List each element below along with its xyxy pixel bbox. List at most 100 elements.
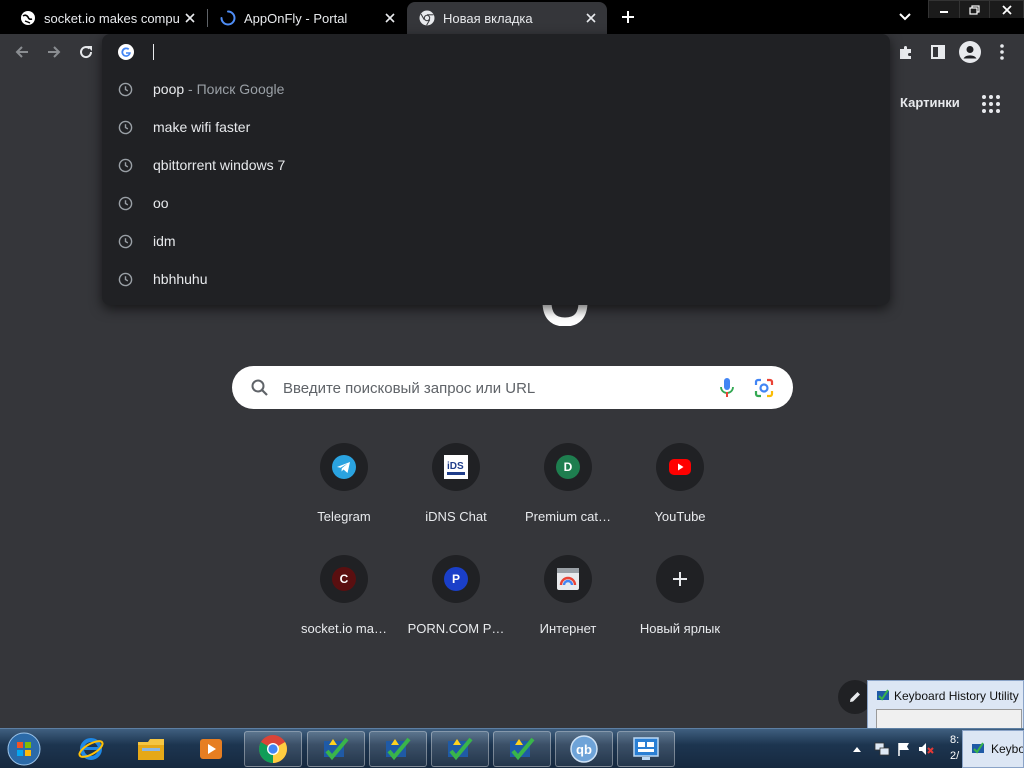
shortcut-label: iDNS Chat — [425, 509, 487, 524]
svg-text:qb: qb — [576, 742, 592, 757]
ntp-search-box[interactable] — [232, 366, 793, 409]
keyboard-task-label: Keyboard — [991, 742, 1023, 756]
tray-network[interactable] — [874, 741, 890, 757]
letter-d-icon: D — [556, 455, 580, 479]
shortcut-telegram[interactable]: Telegram — [288, 443, 400, 555]
suggestion-item[interactable]: idm — [102, 222, 890, 260]
arrow-left-icon — [15, 46, 28, 58]
tab-search-button[interactable] — [893, 5, 917, 29]
menu-button[interactable] — [988, 38, 1016, 66]
keyboard-taskbar-popup[interactable]: Keyboard — [962, 730, 1024, 768]
plus-icon — [622, 11, 634, 23]
restore-button[interactable] — [959, 1, 989, 18]
history-clock-icon — [118, 82, 133, 97]
shortcut-label: socket.io ma… — [301, 621, 387, 636]
taskbar-keyboard-utility-2[interactable] — [369, 731, 427, 767]
close-tab-icon[interactable] — [581, 8, 601, 28]
suggestion-list: poop - Поиск Google make wifi faster qbi… — [102, 70, 890, 298]
network-icon — [874, 742, 890, 756]
taskbar-keyboard-utility-1[interactable] — [307, 731, 365, 767]
taskbar-ie[interactable] — [62, 731, 120, 767]
suggestion-item[interactable]: oo — [102, 184, 890, 222]
close-tab-icon[interactable] — [180, 8, 200, 28]
taskbar-keyboard-utility-4[interactable] — [493, 731, 551, 767]
chevron-up-icon — [853, 747, 861, 752]
side-panel-icon — [931, 45, 945, 59]
restore-icon — [969, 4, 980, 15]
tray-action-center[interactable] — [896, 741, 912, 757]
internet-icon — [557, 568, 579, 590]
tray-volume[interactable] — [918, 741, 934, 757]
windows-taskbar: qb 8: 2/ — [0, 728, 1024, 768]
history-clock-icon — [118, 158, 133, 173]
taskbar-chrome[interactable] — [244, 731, 302, 767]
shortcut-icon-container: iDS — [432, 443, 480, 491]
svg-text:iDS: iDS — [447, 461, 464, 472]
suggestion-description: - Поиск Google — [184, 81, 285, 97]
tab-socketio[interactable]: socket.io makes compute — [8, 2, 206, 34]
pencil-icon — [850, 692, 860, 702]
google-g-icon — [118, 44, 134, 60]
minimize-button[interactable] — [929, 1, 959, 18]
new-tab-button[interactable] — [616, 5, 640, 29]
shortcut-icon-container — [656, 443, 704, 491]
microphone-icon[interactable] — [719, 377, 735, 399]
keyboard-utility-icon — [877, 689, 889, 701]
shortcut-idns-chat[interactable]: iDS iDNS Chat — [400, 443, 512, 555]
extensions-button[interactable] — [892, 38, 920, 66]
reload-button[interactable] — [72, 38, 100, 66]
shortcut-icon-container — [320, 443, 368, 491]
close-tab-icon[interactable] — [380, 8, 400, 28]
images-link[interactable]: Картинки — [900, 95, 960, 110]
suggestion-item[interactable]: hbhhuhu — [102, 260, 890, 298]
taskbar-explorer[interactable] — [122, 731, 180, 767]
suggestion-item[interactable]: poop - Поиск Google — [102, 70, 890, 108]
history-clock-icon — [118, 272, 133, 287]
globe-icon — [21, 11, 35, 25]
start-button[interactable] — [4, 731, 44, 767]
chrome-icon — [419, 10, 435, 26]
shortcut-label: Новый ярлык — [639, 621, 721, 636]
keyboard-utility-icon — [324, 737, 349, 761]
text-caret — [153, 44, 154, 60]
shortcut-add-new[interactable]: Новый ярлык — [624, 555, 736, 667]
forward-button[interactable] — [40, 38, 68, 66]
taskbar-clock[interactable]: 8: 2/ — [950, 732, 959, 764]
back-button[interactable] — [8, 38, 36, 66]
window-title: Keyboard History Utility — [894, 689, 1019, 703]
tab-apponfly[interactable]: AppOnFly - Portal — [208, 2, 406, 34]
keyboard-history-window[interactable]: Keyboard History Utility — [867, 680, 1024, 731]
side-panel-button[interactable] — [924, 38, 952, 66]
shortcut-socketio[interactable]: C socket.io ma… — [288, 555, 400, 667]
suggestion-query: make wifi faster — [153, 119, 251, 135]
minimize-icon — [940, 10, 948, 13]
keyboard-utility-icon — [510, 737, 535, 761]
shortcut-youtube[interactable]: YouTube — [624, 443, 736, 555]
google-apps-button[interactable] — [979, 92, 1001, 114]
shortcut-internet[interactable]: Интернет — [512, 555, 624, 667]
taskbar-remote-app[interactable] — [617, 731, 675, 767]
taskbar-qbittorrent[interactable]: qb — [555, 731, 613, 767]
tray-expand-button[interactable] — [849, 741, 865, 757]
kebab-menu-icon — [1000, 44, 1004, 60]
remote-desktop-icon — [633, 737, 659, 760]
omnibox-input-row[interactable] — [102, 34, 890, 70]
tab-new-tab[interactable]: Новая вкладка — [407, 2, 607, 34]
address-bar-input[interactable] — [158, 42, 758, 62]
reload-icon — [80, 46, 93, 59]
google-lens-icon[interactable] — [753, 377, 775, 399]
shortcut-icon-container — [656, 555, 704, 603]
window-controls — [928, 0, 1024, 18]
taskbar-keyboard-utility-3[interactable] — [431, 731, 489, 767]
shortcut-porn-com[interactable]: P PORN.COM P… — [400, 555, 512, 667]
shortcut-label: Интернет — [539, 621, 597, 636]
suggestion-item[interactable]: qbittorrent windows 7 — [102, 146, 890, 184]
suggestion-item[interactable]: make wifi faster — [102, 108, 890, 146]
close-icon — [1001, 4, 1012, 15]
close-window-button[interactable] — [989, 1, 1023, 18]
shortcut-premium-cat[interactable]: D Premium cat… — [512, 443, 624, 555]
profile-button[interactable] — [956, 38, 984, 66]
ntp-search-input[interactable] — [283, 377, 703, 399]
shortcut-icon-container — [544, 555, 592, 603]
taskbar-media-player[interactable] — [182, 731, 240, 767]
